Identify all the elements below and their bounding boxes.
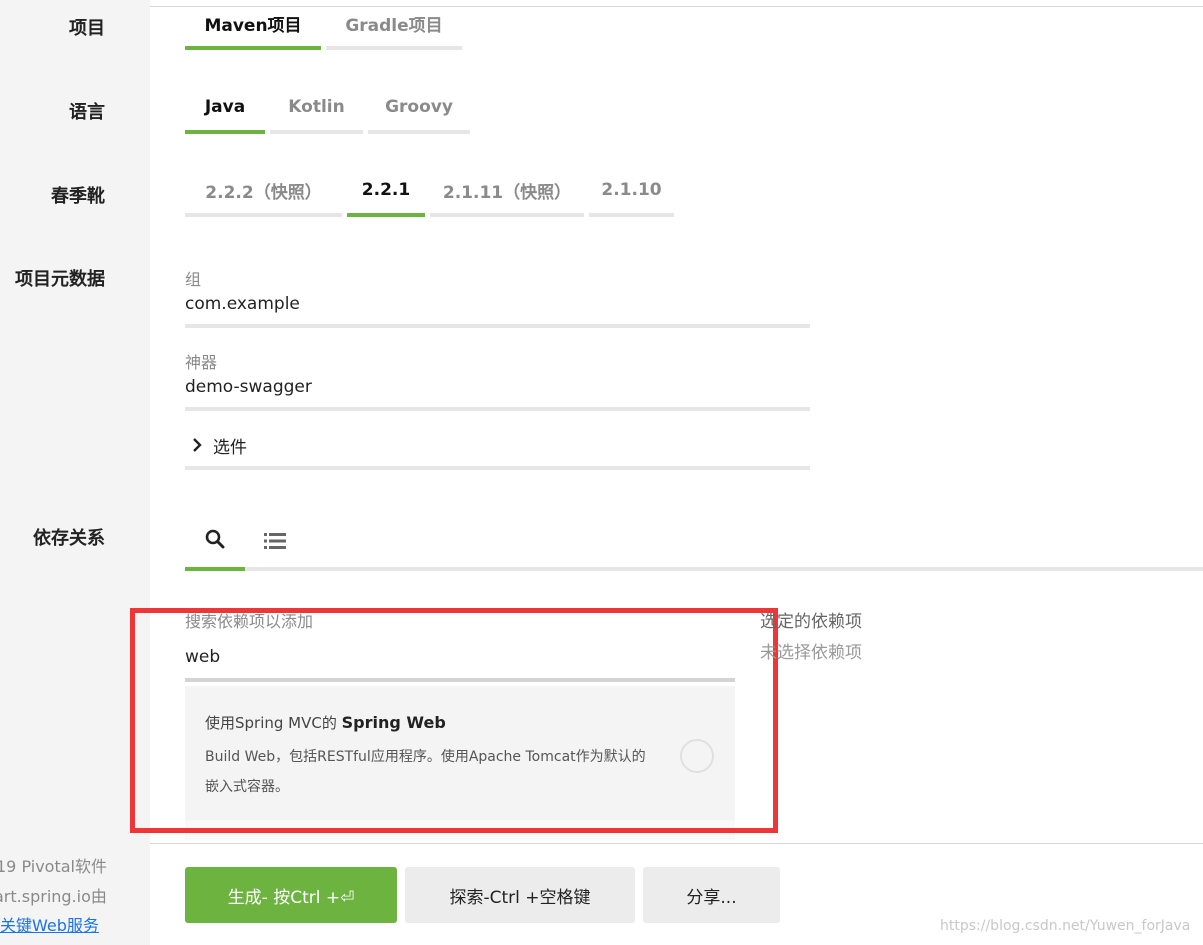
selected-dependencies-empty: 未选择依赖项 <box>760 643 862 663</box>
watermark: https://blog.csdn.net/Yuwen_forJava <box>940 918 1191 934</box>
group-field[interactable]: com.example <box>185 294 300 314</box>
tab-maven-project[interactable]: Maven项目 <box>185 0 321 50</box>
options-toggle[interactable]: 选件 <box>185 430 810 460</box>
generate-button[interactable]: 生成- 按Ctrl +⏎ <box>185 867 397 923</box>
tab-groovy[interactable]: Groovy <box>368 84 470 134</box>
footer-divider <box>150 843 1203 844</box>
tab-version-2-1-11[interactable]: 2.1.11（快照） <box>430 167 584 217</box>
tab-search-dependencies[interactable] <box>185 515 245 571</box>
selected-dependencies-title: 选定的依赖项 <box>760 612 862 632</box>
tab-version-2-2-1[interactable]: 2.2.1 <box>347 167 425 217</box>
artifact-label: 神器 <box>185 353 218 372</box>
sidebar <box>0 0 150 945</box>
row-label-spring-boot: 春季靴 <box>51 186 105 207</box>
highlight-annotation-box <box>130 608 778 833</box>
artifact-field-underline <box>185 407 810 411</box>
row-label-project: 项目 <box>69 18 105 39</box>
tab-kotlin[interactable]: Kotlin <box>270 84 363 134</box>
tab-version-2-1-10[interactable]: 2.1.10 <box>589 167 674 217</box>
tab-java[interactable]: Java <box>185 84 265 134</box>
tab-version-2-2-2[interactable]: 2.2.2（快照） <box>185 167 342 217</box>
tab-gradle-project[interactable]: Gradle项目 <box>326 0 462 50</box>
list-icon <box>264 532 286 554</box>
search-icon <box>205 529 225 553</box>
options-label: 选件 <box>213 437 247 458</box>
row-label-dependencies: 依存关系 <box>33 528 105 549</box>
row-label-metadata: 项目元数据 <box>15 269 105 290</box>
options-underline <box>185 466 810 470</box>
sidebar-footer-link[interactable]: 关键Web服务 <box>0 912 99 936</box>
sidebar-footer-copyright: 19 Pivotal软件 <box>0 857 107 876</box>
share-button[interactable]: 分享... <box>643 867 780 923</box>
explore-button[interactable]: 探索-Ctrl +空格键 <box>405 867 635 923</box>
chevron-right-icon <box>185 437 209 453</box>
sidebar-footer-powered: art.spring.io由 <box>0 887 107 906</box>
dependencies-tab-underline <box>185 567 1203 571</box>
group-field-underline <box>185 324 810 328</box>
row-label-language: 语言 <box>69 102 105 123</box>
artifact-field[interactable]: demo-swagger <box>185 377 312 397</box>
group-label: 组 <box>185 270 202 289</box>
tab-list-dependencies[interactable] <box>250 515 300 571</box>
